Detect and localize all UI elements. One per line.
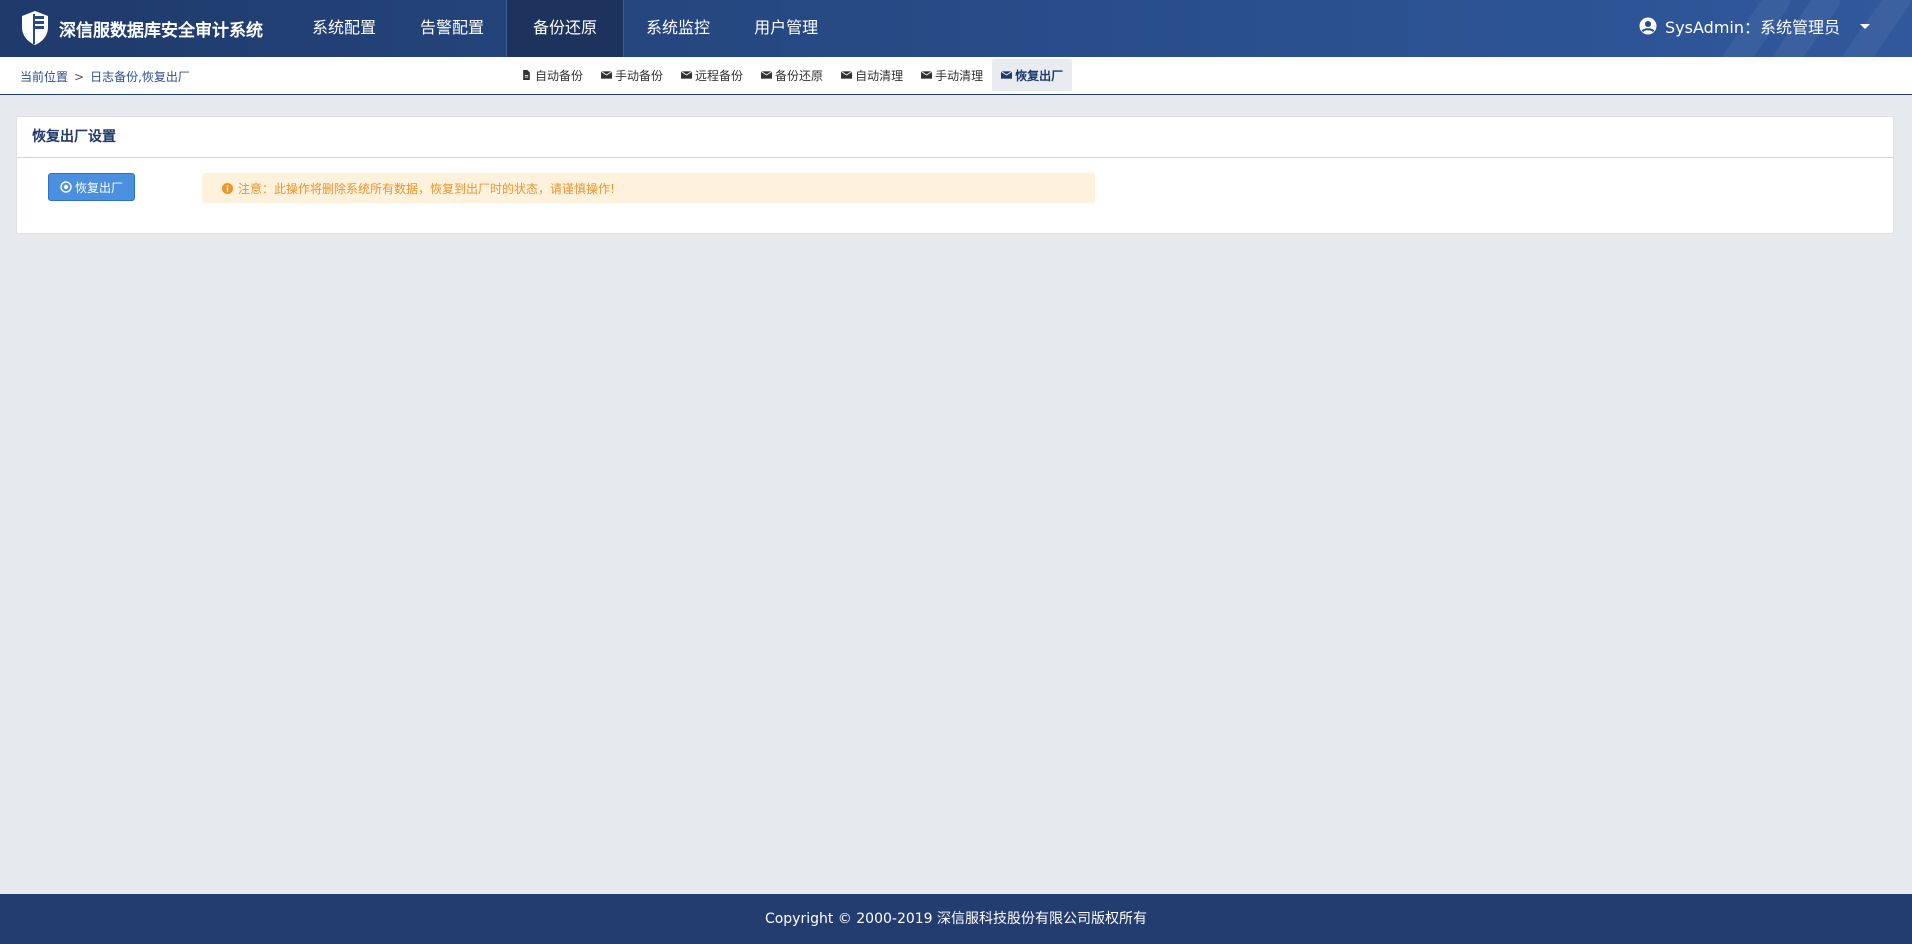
- nav-item-system-monitor[interactable]: 系统监控: [624, 0, 732, 57]
- subtab-backup-restore[interactable]: 备份还原: [752, 59, 832, 91]
- envelope-icon: [681, 70, 693, 79]
- subtab-label: 手动清理: [935, 68, 984, 83]
- nav-item-backup-restore[interactable]: 备份还原: [506, 0, 625, 57]
- file-icon: [523, 70, 530, 80]
- main-nav: 系统配置 告警配置 备份还原 系统监控 用户管理: [290, 0, 840, 57]
- subtab-label: 自动清理: [855, 68, 904, 83]
- user-circle-icon: [1639, 17, 1657, 35]
- breadcrumb-current: 日志备份,恢复出厂: [90, 70, 190, 84]
- factory-reset-button[interactable]: 恢复出厂: [48, 173, 135, 201]
- breadcrumb-separator: >: [74, 70, 85, 84]
- footer: Copyright © 2000-2019 深信服科技股份有限公司版权所有: [0, 894, 1912, 944]
- subtab-factory-reset[interactable]: 恢复出厂: [992, 59, 1073, 91]
- breadcrumb-root[interactable]: 当前位置: [20, 70, 68, 84]
- subtab-label: 备份还原: [775, 68, 824, 83]
- subtab-auto-backup[interactable]: 自动备份: [512, 59, 592, 91]
- subtab-label: 远程备份: [695, 68, 744, 83]
- sub-tabs: 自动备份 手动备份 远程备份 备份还原 自动清理 手动清理 恢复出厂: [512, 59, 1073, 91]
- subtab-label: 手动备份: [615, 68, 664, 83]
- subtab-auto-cleanup[interactable]: 自动清理: [832, 59, 912, 91]
- chevron-down-icon[interactable]: [1860, 23, 1870, 29]
- user-menu[interactable]: SysAdmin：系统管理员: [1639, 14, 1870, 38]
- user-label: SysAdmin：系统管理员: [1665, 18, 1840, 37]
- panel-title: 恢复出厂设置: [17, 117, 1893, 158]
- subtab-manual-backup[interactable]: 手动备份: [592, 59, 672, 91]
- top-navbar: 深信服数据库安全审计系统 系统配置 告警配置 备份还原 系统监控 用户管理 Sy…: [0, 0, 1912, 57]
- subtab-label: 自动备份: [535, 68, 584, 83]
- subtab-label: 恢复出厂: [1015, 68, 1064, 83]
- warning-text: 注意：此操作将删除系统所有数据，恢复到出厂时的状态，请谨慎操作!: [238, 181, 615, 196]
- envelope-icon: [841, 70, 853, 79]
- factory-reset-button-label: 恢复出厂: [74, 180, 123, 195]
- restore-icon: [60, 181, 72, 193]
- factory-reset-panel: 恢复出厂设置 恢复出厂 注意：此操作将删除系统所有数据，恢复到出厂时的状态，请谨…: [16, 116, 1894, 234]
- app-title: 深信服数据库安全审计系统: [59, 21, 263, 41]
- envelope-icon: [601, 70, 613, 79]
- subtab-remote-backup[interactable]: 远程备份: [672, 59, 752, 91]
- nav-item-system-config[interactable]: 系统配置: [290, 0, 398, 57]
- breadcrumb: 当前位置 > 日志备份,恢复出厂: [20, 68, 190, 85]
- info-circle-icon: [222, 182, 233, 194]
- warning-alert: 注意：此操作将删除系统所有数据，恢复到出厂时的状态，请谨慎操作!: [202, 173, 1095, 203]
- sub-toolbar: 当前位置 > 日志备份,恢复出厂 自动备份 手动备份 远程备份 备份还原 自动清理 …: [0, 57, 1912, 95]
- subtab-manual-cleanup[interactable]: 手动清理: [912, 59, 992, 91]
- nav-item-alert-config[interactable]: 告警配置: [398, 0, 506, 57]
- envelope-icon: [761, 70, 773, 79]
- envelope-icon: [921, 70, 933, 79]
- nav-item-user-management[interactable]: 用户管理: [732, 0, 840, 57]
- envelope-icon: [1001, 70, 1013, 79]
- copyright-text: Copyright © 2000-2019 深信服科技股份有限公司版权所有: [764, 911, 1148, 927]
- shield-logo-icon: [22, 11, 48, 45]
